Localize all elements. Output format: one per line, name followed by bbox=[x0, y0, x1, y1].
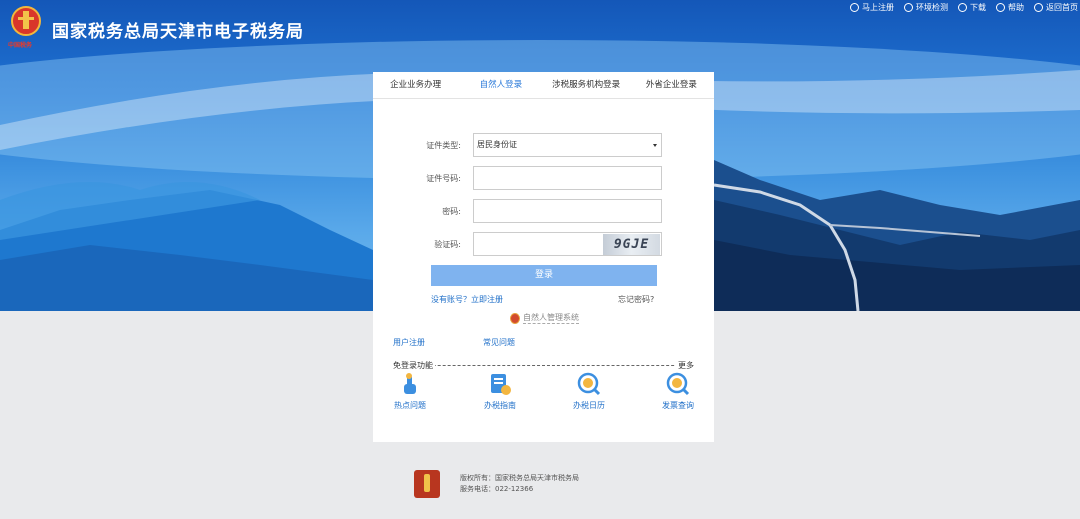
tab-out-of-province[interactable]: 外省企业登录 bbox=[629, 72, 714, 98]
quick-invoice-query[interactable]: 发票查询 bbox=[653, 372, 703, 411]
tab-enterprise[interactable]: 企业业务办理 bbox=[373, 72, 458, 98]
quick-section-title: 免登录功能 bbox=[393, 360, 435, 371]
guide-icon bbox=[488, 372, 512, 396]
page-footer: 版权所有：国家税务总局天津市税务局 服务电话：022-12366 bbox=[414, 470, 579, 498]
site-title: 国家税务总局天津市电子税务局 bbox=[52, 22, 304, 42]
captcha-input[interactable]: 9GJE bbox=[473, 232, 662, 256]
more-link[interactable]: 更多 bbox=[676, 360, 694, 371]
top-nav: 马上注册 环境检测 下载 帮助 返回首页 bbox=[850, 2, 1078, 13]
tool-icon bbox=[904, 3, 913, 12]
id-type-row: 证件类型: 居民身份证 bbox=[373, 133, 714, 157]
tax-emblem-small-icon bbox=[510, 312, 520, 324]
user-register-link[interactable]: 用户注册 bbox=[393, 337, 425, 348]
quick-section-header: 免登录功能 更多 bbox=[393, 360, 694, 371]
footer-emblem-icon bbox=[414, 470, 440, 498]
copyright-text: 版权所有：国家税务总局天津市税务局 bbox=[460, 474, 579, 482]
login-panel: 企业业务办理 自然人登录 涉税服务机构登录 外省企业登录 证件类型: 居民身份证… bbox=[373, 72, 714, 442]
forgot-password-link[interactable]: 忘记密码? bbox=[618, 294, 654, 305]
id-type-label: 证件类型: bbox=[426, 141, 461, 150]
site-header: 国家税务总局天津市电子税务局 bbox=[8, 5, 304, 49]
register-link[interactable]: 没有账号？立即注册 bbox=[431, 294, 503, 305]
captcha-row: 验证码: 9GJE bbox=[373, 232, 714, 256]
register-top-link[interactable]: 马上注册 bbox=[850, 2, 894, 13]
quick-tax-guide[interactable]: 办税指南 bbox=[475, 372, 525, 411]
service-phone-text: 服务电话：022-12366 bbox=[460, 485, 534, 493]
id-number-input[interactable] bbox=[473, 166, 662, 190]
chevron-down-icon bbox=[653, 144, 657, 147]
captcha-label: 验证码: bbox=[434, 240, 461, 249]
user-icon bbox=[850, 3, 859, 12]
password-label: 密码: bbox=[442, 207, 461, 216]
id-number-row: 证件号码: bbox=[373, 166, 714, 190]
login-tabs: 企业业务办理 自然人登录 涉税服务机构登录 外省企业登录 bbox=[373, 72, 714, 99]
natural-person-system-link[interactable]: 自然人管理系统 bbox=[510, 312, 579, 324]
quick-tax-calendar[interactable]: 办税日历 bbox=[564, 372, 614, 411]
dashed-divider bbox=[393, 365, 694, 366]
id-number-label: 证件号码: bbox=[426, 174, 461, 183]
env-check-link[interactable]: 环境检测 bbox=[904, 2, 948, 13]
id-type-select[interactable]: 居民身份证 bbox=[473, 133, 662, 157]
password-row: 密码: bbox=[373, 199, 714, 223]
tab-agency[interactable]: 涉税服务机构登录 bbox=[544, 72, 629, 98]
captcha-image[interactable]: 9GJE bbox=[603, 234, 660, 255]
password-input[interactable] bbox=[473, 199, 662, 223]
calendar-icon bbox=[577, 372, 601, 396]
faq-link[interactable]: 常见问题 bbox=[483, 337, 515, 348]
tab-individual[interactable]: 自然人登录 bbox=[458, 72, 543, 98]
login-button[interactable]: 登录 bbox=[431, 265, 657, 286]
download-link[interactable]: 下载 bbox=[958, 2, 986, 13]
help-link[interactable]: 帮助 bbox=[996, 2, 1024, 13]
download-icon bbox=[958, 3, 967, 12]
help-icon bbox=[996, 3, 1005, 12]
emblem-caption: 中国税务 bbox=[8, 42, 33, 49]
back-icon bbox=[1034, 3, 1043, 12]
invoice-search-icon bbox=[666, 372, 690, 396]
hand-pointer-icon bbox=[398, 372, 422, 396]
quick-hot-questions[interactable]: 热点问题 bbox=[385, 372, 435, 411]
back-home-link[interactable]: 返回首页 bbox=[1034, 2, 1078, 13]
footer-text: 版权所有：国家税务总局天津市税务局 服务电话：022-12366 bbox=[460, 473, 579, 495]
